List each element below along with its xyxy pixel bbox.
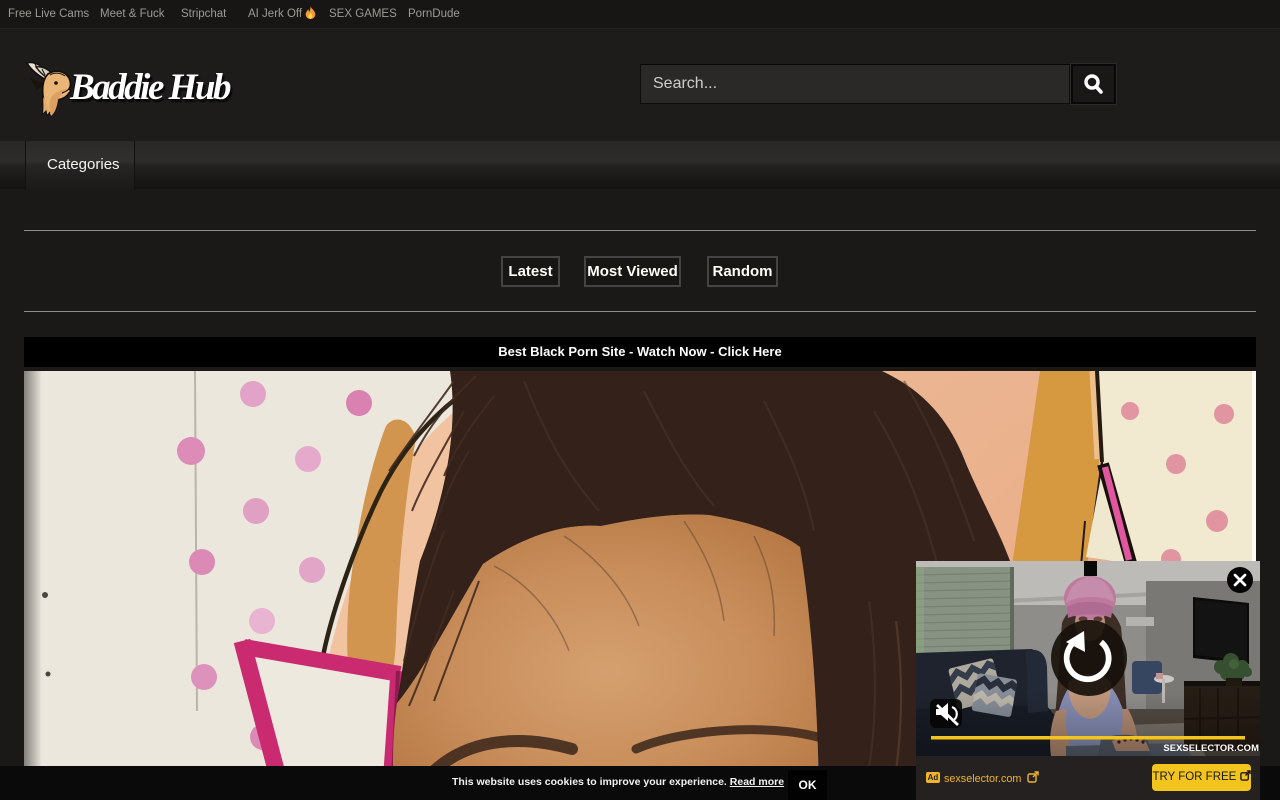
svg-text:SEXSELECTOR.COM: SEXSELECTOR.COM	[1163, 742, 1259, 753]
